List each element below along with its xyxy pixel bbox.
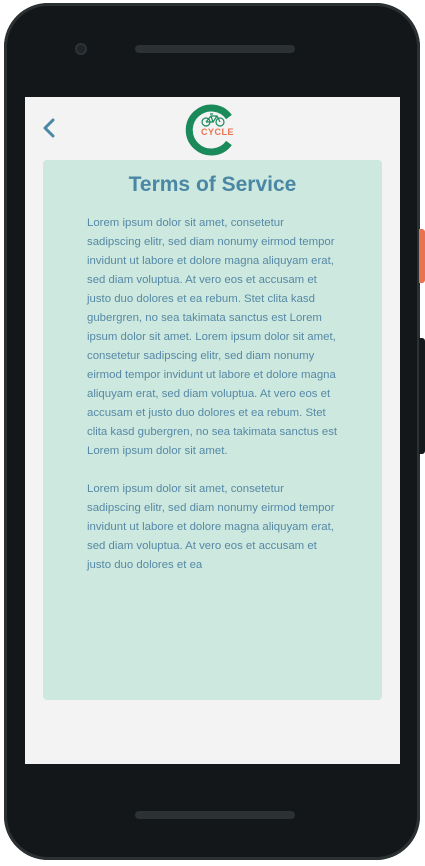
power-button [419, 229, 425, 283]
app-screen: CYCLE Terms of Service Lorem ipsum dolor… [25, 97, 400, 764]
chevron-left-icon [43, 118, 55, 138]
top-speaker [135, 45, 295, 53]
terms-paragraph: Lorem ipsum dolor sit amet, consetetur s… [87, 483, 335, 571]
bottom-speaker [135, 811, 295, 819]
terms-paragraph: Lorem ipsum dolor sit amet, consetetur s… [87, 217, 338, 457]
terms-body: Lorem ipsum dolor sit amet, consetetur s… [87, 214, 339, 594]
page-title: Terms of Service [128, 173, 297, 196]
logo-text: CYCLE [201, 127, 235, 137]
back-button[interactable] [39, 114, 63, 142]
volume-button [419, 338, 425, 454]
front-camera [75, 43, 87, 55]
bicycle-icon [201, 113, 225, 127]
cycle-logo: CYCLE [185, 103, 241, 157]
terms-card: Terms of Service Lorem ipsum dolor sit a… [43, 160, 382, 700]
